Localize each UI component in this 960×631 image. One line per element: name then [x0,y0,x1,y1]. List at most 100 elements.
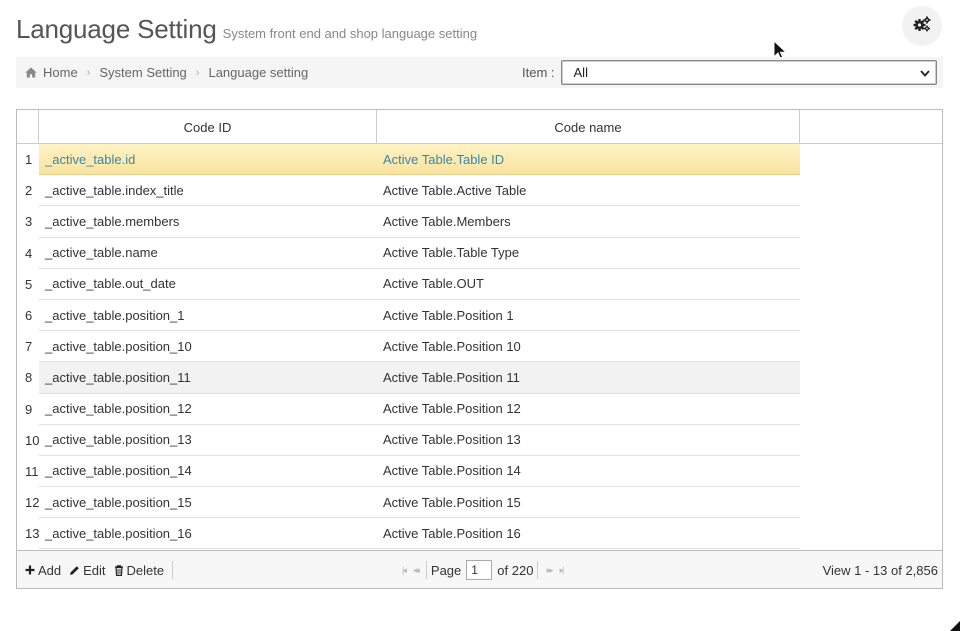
table-row[interactable]: 11 _active_table.position_14 Active Tabl… [17,456,942,488]
code-name-cell[interactable]: Active Table.Position 1 [377,300,800,332]
table-row[interactable]: 10 _active_table.position_13 Active Tabl… [17,425,942,456]
code-name-cell[interactable]: Active Table.Position 14 [377,456,800,488]
row-number: 12 [25,495,40,511]
last-page-icon[interactable]: ▸| [559,565,564,576]
table-row[interactable]: 1 _active_table.id Active Table.Table ID [17,144,942,176]
page-title: Language Setting [16,14,217,44]
row-number: 2 [25,183,33,199]
breadcrumb-home[interactable]: Home [43,65,78,80]
page-header: Language Setting System front end and sh… [16,14,477,45]
code-name-cell[interactable]: Active Table.Table ID [377,144,800,176]
language-grid: Code ID Code name 1 _active_table.id Act… [16,109,943,589]
code-name-cell[interactable]: Active Table.Position 10 [377,331,800,363]
row-number: 5 [25,276,33,292]
settings-button[interactable] [902,6,942,46]
code-name-cell[interactable]: Active Table.Position 13 [377,425,800,456]
pencil-icon [69,565,80,576]
item-select[interactable]: All [560,60,937,85]
row-number: 13 [25,526,40,542]
chevron-down-icon [919,65,930,80]
grid-footer: Add Edit Delete |◂ ◂◂ Page 1 of 220 ▸▸ ▸… [17,550,942,588]
code-id-cell[interactable]: _active_table.position_14 [39,456,377,488]
prev-page-icon[interactable]: ◂◂ [413,565,420,576]
code-name-cell[interactable]: Active Table.Position 11 [377,362,800,394]
plus-icon [25,565,35,575]
row-number: 7 [25,339,33,355]
code-id-cell[interactable]: _active_table.out_date [39,269,377,300]
code-id-cell[interactable]: _active_table.position_13 [39,425,377,456]
table-row[interactable]: 5 _active_table.out_date Active Table.OU… [17,269,942,300]
table-row[interactable]: 4 _active_table.name Active Table.Table … [17,238,942,269]
column-header-code-name[interactable]: Code name [377,110,800,144]
home-icon [25,67,37,78]
code-id-cell[interactable]: _active_table.id [39,144,377,176]
table-row[interactable]: 8 _active_table.position_11 Active Table… [17,362,942,394]
grid-actions: Add Edit Delete [25,551,174,589]
delete-button[interactable]: Delete [114,562,165,578]
code-name-cell[interactable]: Active Table.Position 16 [377,518,800,550]
pager-divider [425,561,427,579]
page-subtitle: System front end and shop language setti… [222,26,478,41]
row-number: 1 [25,152,33,168]
table-row[interactable]: 7 _active_table.position_10 Active Table… [17,331,942,363]
row-number: 11 [25,463,39,479]
breadcrumb-separator: › [195,66,200,79]
item-select-value: All [573,65,588,80]
next-page-icon[interactable]: ▸▸ [546,565,553,576]
breadcrumb-system-setting[interactable]: System Setting [99,65,186,80]
delete-label: Delete [126,562,165,578]
column-header-code-id[interactable]: Code ID [39,110,377,144]
code-id-cell[interactable]: _active_table.position_11 [39,362,377,394]
item-filter-label: Item : [522,65,555,80]
breadcrumb-language-setting: Language setting [208,65,309,80]
breadcrumb-separator: › [86,66,91,79]
code-id-cell[interactable]: _active_table.position_16 [39,518,377,550]
code-id-cell[interactable]: _active_table.members [39,206,377,238]
window-corner [950,621,960,631]
view-records-info: View 1 - 13 of 2,856 [822,562,938,578]
add-label: Add [38,562,62,578]
table-row[interactable]: 13 _active_table.position_16 Active Tabl… [17,518,942,550]
code-id-cell[interactable]: _active_table.position_1 [39,300,377,332]
first-page-icon[interactable]: |◂ [402,565,407,576]
breadcrumb-bar: Home › System Setting › Language setting… [16,57,943,88]
table-row[interactable]: 6 _active_table.position_1 Active Table.… [17,300,942,332]
item-filter: Item : All [522,57,937,88]
code-name-cell[interactable]: Active Table.Members [377,206,800,238]
edit-label: Edit [83,562,106,578]
row-number: 6 [25,308,33,324]
row-number: 8 [25,370,33,386]
add-button[interactable]: Add [25,563,61,578]
table-row[interactable]: 9 _active_table.position_12 Active Table… [17,394,942,425]
grid-header: Code ID Code name [17,110,942,144]
action-divider [172,561,174,579]
code-name-cell[interactable]: Active Table.Position 12 [377,394,800,425]
table-row[interactable]: 3 _active_table.members Active Table.Mem… [17,206,942,238]
pager: |◂ ◂◂ Page 1 of 220 ▸▸ ▸| [398,551,566,589]
row-number: 9 [25,401,33,417]
edit-button[interactable]: Edit [69,562,106,578]
page-total: of 220 [497,562,534,578]
code-name-cell[interactable]: Active Table.Table Type [377,238,800,269]
code-name-cell[interactable]: Active Table.Active Table [377,175,800,207]
code-id-cell[interactable]: _active_table.position_10 [39,331,377,363]
breadcrumb: Home › System Setting › Language setting [16,65,308,80]
code-id-cell[interactable]: _active_table.index_title [39,175,377,207]
trash-icon [114,564,124,576]
code-id-cell[interactable]: _active_table.position_12 [39,394,377,425]
table-row[interactable]: 2 _active_table.index_title Active Table… [17,175,942,207]
code-id-cell[interactable]: _active_table.name [39,238,377,269]
row-number: 10 [25,432,40,448]
page-label: Page [430,562,462,578]
pager-divider [537,561,539,579]
row-number: 3 [25,214,33,230]
grid-rows: 1 _active_table.id Active Table.Table ID… [17,144,942,550]
code-id-cell[interactable]: _active_table.position_15 [39,487,377,519]
code-name-cell[interactable]: Active Table.Position 15 [377,487,800,519]
page-number-input[interactable]: 1 [466,560,493,580]
code-name-cell[interactable]: Active Table.OUT [377,269,800,300]
row-number: 4 [25,245,33,261]
row-number-header [17,110,39,144]
gears-icon [913,15,931,37]
table-row[interactable]: 12 _active_table.position_15 Active Tabl… [17,487,942,519]
